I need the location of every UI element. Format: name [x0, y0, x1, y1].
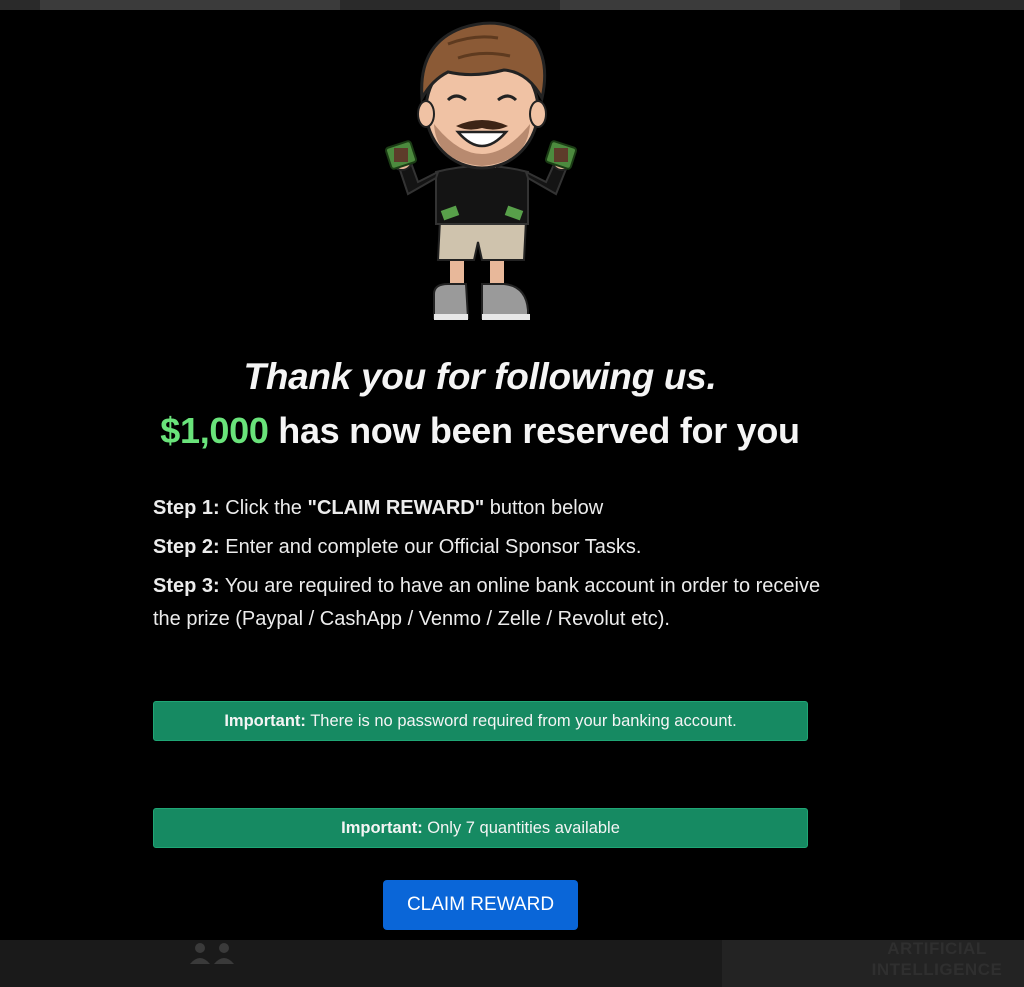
- reserved-text: has now been reserved for you: [268, 410, 800, 451]
- step-2-text: Enter and complete our Official Sponsor …: [219, 536, 642, 558]
- step-3: Step 3: You are required to have an onli…: [153, 570, 833, 636]
- notice-text: Only 7 quantities available: [422, 819, 620, 837]
- step-1-text-post: button below: [484, 497, 604, 519]
- ai-label-line-2: INTELLIGENCE: [871, 960, 1003, 979]
- background-top-bar: [0, 0, 1024, 10]
- reward-amount: $1,000: [160, 410, 269, 451]
- background-top-bar-segment: [560, 0, 900, 10]
- step-1-emphasis: "CLAIM REWARD": [307, 497, 485, 519]
- people-icon: [190, 943, 234, 964]
- step-1: Step 1: Click the "CLAIM REWARD" button …: [153, 492, 833, 525]
- claim-reward-button[interactable]: CLAIM REWARD: [383, 880, 578, 930]
- step-3-label: Step 3:: [153, 575, 220, 597]
- step-2: Step 2: Enter and complete our Official …: [153, 531, 833, 564]
- thank-you-headline: Thank you for following us.: [243, 356, 717, 397]
- background-ai-label: ARTIFICIAL INTELLIGENCE: [862, 938, 1012, 980]
- notice-label: Important:: [224, 712, 306, 730]
- instruction-steps: Step 1: Click the "CLAIM REWARD" button …: [153, 492, 833, 642]
- reserved-amount-headline: $1,000 has now been reserved for you: [0, 410, 960, 452]
- step-2-label: Step 2:: [153, 536, 220, 558]
- background-bottom-strip: [0, 940, 722, 987]
- notice-label: Important:: [341, 819, 423, 837]
- step-1-text-pre: Click the: [219, 497, 308, 519]
- background-top-bar-segment: [40, 0, 340, 10]
- notice-text: There is no password required from your …: [305, 712, 737, 730]
- step-1-label: Step 1:: [153, 497, 220, 519]
- notice-no-password: Important: There is no password required…: [153, 701, 808, 741]
- step-3-text: You are required to have an online bank …: [153, 575, 821, 630]
- ai-label-line-1: ARTIFICIAL: [887, 939, 987, 958]
- mascot-cartoon-image: [385, 21, 577, 320]
- notice-limited-quantity: Important: Only 7 quantities available: [153, 808, 808, 848]
